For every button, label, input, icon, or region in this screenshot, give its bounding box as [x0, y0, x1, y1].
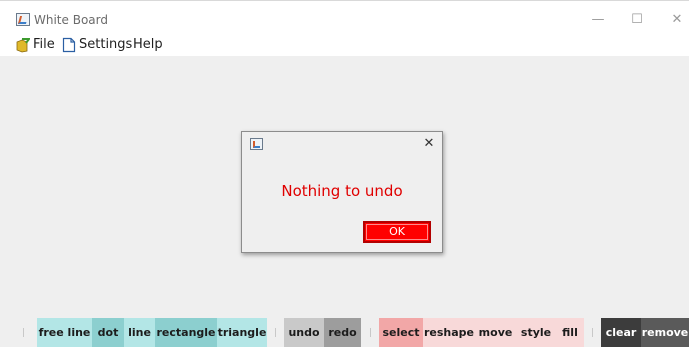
triangle-tool-button[interactable]: triangle [217, 318, 267, 347]
menu-file[interactable]: File [33, 37, 55, 53]
menu-help[interactable]: Help [133, 37, 163, 53]
menu-settings[interactable]: Settings [79, 37, 132, 53]
close-button[interactable]: ✕ [668, 11, 686, 29]
undo-button[interactable]: undo [284, 318, 324, 347]
fill-tool-button[interactable]: fill [556, 318, 584, 347]
rectangle-tool-button[interactable]: rectangle [155, 318, 217, 347]
style-tool-button[interactable]: style [516, 318, 556, 347]
separator [23, 328, 24, 337]
folder-arrow-icon [16, 38, 30, 53]
line-tool-button[interactable]: line [124, 318, 155, 347]
select-tool-button[interactable]: select [379, 318, 423, 347]
tool-bar: free line dot line rectangle triangle un… [0, 318, 689, 347]
clear-button[interactable]: clear [601, 318, 641, 347]
dialog-close-button[interactable]: ✕ [422, 136, 436, 152]
minimize-button[interactable]: — [589, 11, 607, 29]
separator [592, 328, 593, 337]
reshape-tool-button[interactable]: reshape [423, 318, 475, 347]
separator [275, 328, 276, 337]
title-bar: White Board — ☐ ✕ [0, 0, 689, 34]
window-title: White Board [34, 13, 108, 27]
java-app-icon [250, 138, 263, 150]
redo-button[interactable]: redo [324, 318, 361, 347]
separator [370, 328, 371, 337]
ok-button[interactable]: OK [363, 221, 431, 243]
document-icon [62, 37, 76, 53]
free-line-tool-button[interactable]: free line [37, 318, 92, 347]
move-tool-button[interactable]: move [475, 318, 516, 347]
remove-button[interactable]: remove [641, 318, 689, 347]
maximize-button[interactable]: ☐ [628, 11, 646, 29]
message-dialog: ✕ Nothing to undo OK [241, 131, 443, 253]
dot-tool-button[interactable]: dot [92, 318, 124, 347]
java-app-icon [16, 13, 30, 26]
dialog-message: Nothing to undo [281, 182, 403, 200]
menu-bar: File Settings Help [0, 34, 689, 56]
